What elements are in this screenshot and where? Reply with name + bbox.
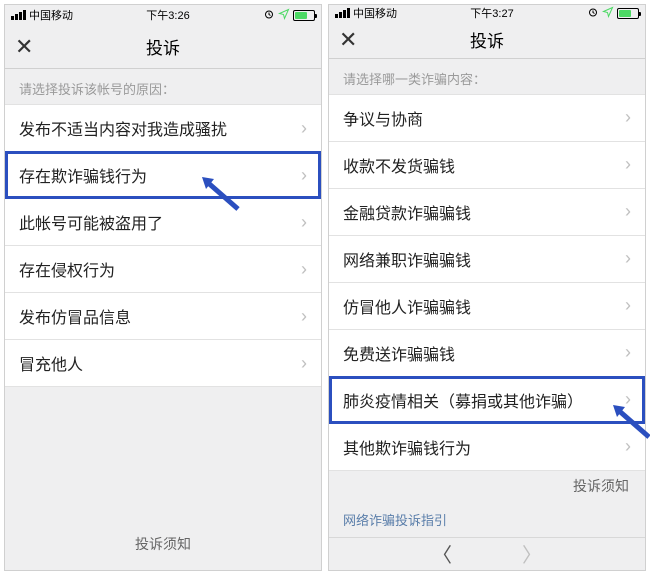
clock: 下午3:26	[146, 7, 189, 23]
location-icon	[278, 8, 290, 23]
alarm-icon	[587, 6, 599, 21]
list-item[interactable]: 争议与协商 ›	[329, 94, 645, 142]
list-item[interactable]: 收款不发货骗钱 ›	[329, 141, 645, 189]
list-item-label: 仿冒他人诈骗骗钱	[343, 294, 471, 318]
page-forward-button[interactable]: 〉	[522, 539, 542, 568]
pointer-arrow	[609, 401, 650, 446]
clock: 下午3:27	[470, 5, 513, 21]
phone-screen-right: 中国移动 下午3:27 ✕ 投诉 请选择哪一类诈骗内容： 争议与协商 ›	[328, 4, 646, 571]
list-item-label: 网络兼职诈骗骗钱	[343, 247, 471, 271]
fraud-guide-link[interactable]: 网络诈骗投诉指引	[329, 502, 645, 537]
chevron-right-icon: ›	[625, 295, 631, 316]
fraud-type-list: 争议与协商 › 收款不发货骗钱 › 金融贷款诈骗骗钱 › 网络兼职诈骗骗钱 › …	[329, 94, 645, 470]
list-item-label: 肺炎疫情相关（募捐或其他诈骗）	[343, 388, 583, 412]
chevron-right-icon: ›	[301, 212, 307, 233]
list-item-label: 发布仿冒品信息	[19, 304, 131, 328]
chevron-right-icon: ›	[625, 342, 631, 363]
list-item[interactable]: 发布仿冒品信息 ›	[5, 292, 321, 340]
chevron-right-icon: ›	[625, 154, 631, 175]
location-icon	[602, 6, 614, 21]
carrier-label: 中国移动	[29, 7, 73, 23]
alarm-icon	[263, 8, 275, 23]
chevron-right-icon: ›	[301, 259, 307, 280]
page-back-button[interactable]: 〈	[432, 539, 452, 568]
complaint-notice-link[interactable]: 投诉须知	[329, 470, 645, 502]
list-item-label: 存在侵权行为	[19, 257, 115, 281]
chevron-right-icon: ›	[301, 165, 307, 186]
list-item[interactable]: 仿冒他人诈骗骗钱 ›	[329, 282, 645, 330]
list-item[interactable]: 免费送诈骗骗钱 ›	[329, 329, 645, 377]
chevron-right-icon: ›	[301, 118, 307, 139]
chevron-right-icon: ›	[301, 306, 307, 327]
list-item[interactable]: 存在侵权行为 ›	[5, 245, 321, 293]
list-item-label: 金融贷款诈骗骗钱	[343, 200, 471, 224]
complaint-reason-list: 发布不适当内容对我造成骚扰 › 存在欺诈骗钱行为 › 此帐号可能被盗用了 › 存…	[5, 104, 321, 386]
list-item[interactable]: 网络兼职诈骗骗钱 ›	[329, 235, 645, 283]
pager: 〈 〉	[329, 537, 645, 571]
signal-icon	[11, 10, 26, 20]
side-by-side-container: 中国移动 下午3:26 ✕ 投诉 请选择投诉该帐号的原因： 发布不适当内容对我造…	[0, 0, 650, 575]
list-item-label: 免费送诈骗骗钱	[343, 341, 455, 365]
list-item-fraud[interactable]: 存在欺诈骗钱行为 ›	[5, 151, 321, 199]
list-item-label: 存在欺诈骗钱行为	[19, 163, 147, 187]
page-title: 投诉	[146, 34, 180, 59]
list-item[interactable]: 金融贷款诈骗骗钱 ›	[329, 188, 645, 236]
chevron-right-icon: ›	[625, 248, 631, 269]
status-bar: 中国移动 下午3:27	[329, 5, 645, 22]
status-bar: 中国移动 下午3:26	[5, 5, 321, 25]
list-item-label: 发布不适当内容对我造成骚扰	[19, 116, 227, 140]
page-title: 投诉	[470, 27, 504, 52]
close-icon[interactable]: ✕	[15, 34, 33, 60]
nav-bar: ✕ 投诉	[329, 22, 645, 59]
list-item[interactable]: 此帐号可能被盗用了 ›	[5, 198, 321, 246]
battery-icon	[293, 10, 315, 21]
list-item[interactable]: 冒充他人 ›	[5, 339, 321, 387]
nav-bar: ✕ 投诉	[5, 25, 321, 69]
signal-icon	[335, 8, 350, 18]
chevron-right-icon: ›	[625, 201, 631, 222]
list-item-label: 收款不发货骗钱	[343, 153, 455, 177]
section-hint: 请选择哪一类诈骗内容：	[329, 59, 645, 94]
list-item[interactable]: 其他欺诈骗钱行为 ›	[329, 423, 645, 471]
list-item-label: 争议与协商	[343, 106, 423, 130]
list-item-label: 此帐号可能被盗用了	[19, 210, 163, 234]
list-item-epidemic-fraud[interactable]: 肺炎疫情相关（募捐或其他诈骗） ›	[329, 376, 645, 424]
chevron-right-icon: ›	[625, 107, 631, 128]
complaint-notice-link[interactable]: 投诉须知	[5, 518, 321, 570]
list-item-label: 其他欺诈骗钱行为	[343, 435, 471, 459]
close-icon[interactable]: ✕	[339, 27, 357, 53]
battery-icon	[617, 8, 639, 19]
carrier-label: 中国移动	[353, 5, 397, 21]
section-hint: 请选择投诉该帐号的原因：	[5, 69, 321, 104]
pointer-arrow	[198, 173, 244, 218]
phone-screen-left: 中国移动 下午3:26 ✕ 投诉 请选择投诉该帐号的原因： 发布不适当内容对我造…	[4, 4, 322, 571]
chevron-right-icon: ›	[301, 353, 307, 374]
list-item[interactable]: 发布不适当内容对我造成骚扰 ›	[5, 104, 321, 152]
list-item-label: 冒充他人	[19, 351, 83, 375]
